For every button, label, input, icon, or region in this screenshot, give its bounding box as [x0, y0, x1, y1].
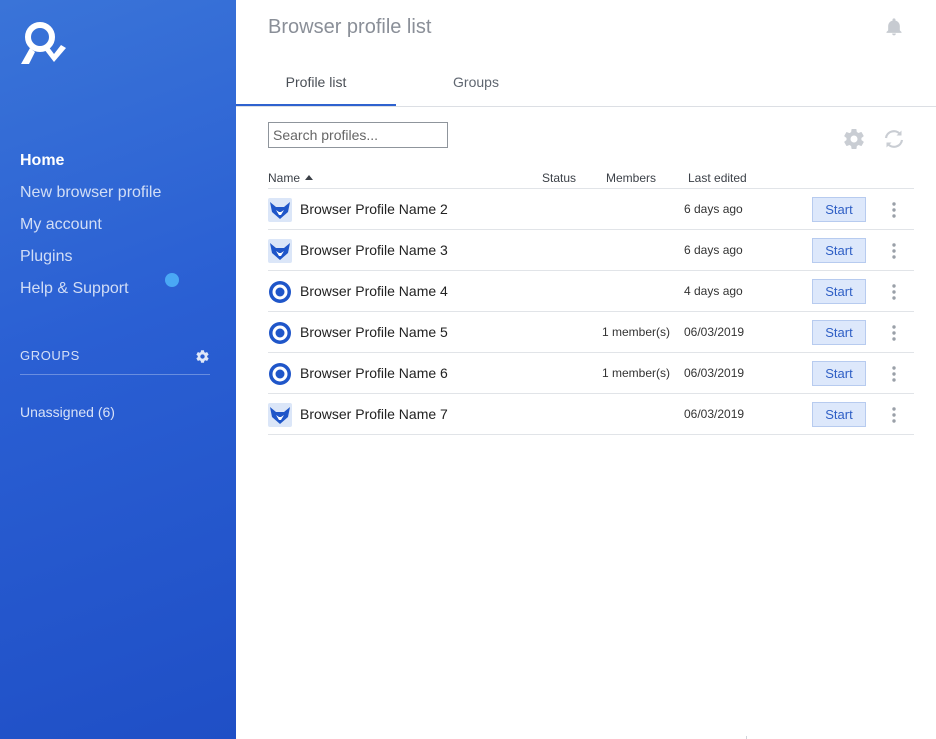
- notifications-bell-icon[interactable]: [884, 16, 904, 38]
- profile-name[interactable]: Browser Profile Name 6: [300, 365, 448, 381]
- sidebar-item-help-support[interactable]: Help & Support: [20, 278, 161, 310]
- search-input[interactable]: [268, 122, 448, 148]
- table-row[interactable]: Browser Profile Name 3 6 days ago Start: [268, 230, 914, 271]
- profile-name[interactable]: Browser Profile Name 4: [300, 283, 448, 299]
- profile-name[interactable]: Browser Profile Name 7: [300, 406, 448, 422]
- groups-title: GROUPS: [20, 348, 80, 363]
- ring-icon: [269, 322, 291, 344]
- table-row[interactable]: Browser Profile Name 4 4 days ago Start: [268, 271, 914, 312]
- profile-last-edited: 06/03/2019: [684, 407, 745, 421]
- table-row[interactable]: Browser Profile Name 6 1 member(s) 06/03…: [268, 353, 914, 394]
- sort-ascending-icon: [305, 175, 314, 180]
- fox-icon: [268, 198, 292, 222]
- more-options-icon[interactable]: [888, 324, 900, 342]
- more-options-icon[interactable]: [888, 406, 900, 424]
- start-button[interactable]: Start: [812, 279, 866, 304]
- table-row[interactable]: Browser Profile Name 2 6 days ago Start: [268, 189, 914, 230]
- sidebar: Home New browser profile My account Plug…: [0, 0, 236, 739]
- profile-last-edited: 6 days ago: [684, 243, 743, 257]
- sidebar-item-my-account[interactable]: My account: [20, 214, 161, 246]
- settings-gear-icon[interactable]: [842, 127, 866, 151]
- more-options-icon[interactable]: [888, 283, 900, 301]
- groups-header: GROUPS: [20, 346, 210, 375]
- ring-icon: [269, 363, 291, 385]
- more-options-icon[interactable]: [888, 242, 900, 260]
- group-unassigned[interactable]: Unassigned (6): [20, 404, 115, 420]
- more-options-icon[interactable]: [888, 365, 900, 383]
- groups-settings-icon[interactable]: [195, 349, 210, 364]
- table-row[interactable]: Browser Profile Name 5 1 member(s) 06/03…: [268, 312, 914, 353]
- refresh-icon[interactable]: [882, 127, 906, 151]
- sidebar-item-new-browser-profile[interactable]: New browser profile: [20, 182, 161, 214]
- start-button[interactable]: Start: [812, 320, 866, 345]
- start-button[interactable]: Start: [812, 361, 866, 386]
- profile-last-edited: 06/03/2019: [684, 366, 745, 380]
- fox-icon: [268, 239, 292, 263]
- tab-bar: Profile list Groups: [236, 62, 936, 107]
- start-button[interactable]: Start: [812, 402, 866, 427]
- column-header-name[interactable]: Name: [268, 171, 314, 185]
- column-header-members[interactable]: Members: [606, 171, 656, 185]
- profile-members: 1 member(s): [602, 325, 671, 339]
- profile-name[interactable]: Browser Profile Name 3: [300, 242, 448, 258]
- profile-last-edited: 6 days ago: [684, 202, 743, 216]
- start-button[interactable]: Start: [812, 197, 866, 222]
- profile-name[interactable]: Browser Profile Name 5: [300, 324, 448, 340]
- profile-name[interactable]: Browser Profile Name 2: [300, 201, 448, 217]
- page-title: Browser profile list: [268, 16, 432, 38]
- column-header-status[interactable]: Status: [542, 171, 576, 185]
- sidebar-item-home[interactable]: Home: [20, 150, 161, 182]
- cursor-indicator: [165, 273, 179, 287]
- column-header-last-edited[interactable]: Last edited: [688, 171, 747, 185]
- fox-icon: [268, 403, 292, 427]
- profile-last-edited: 4 days ago: [684, 284, 743, 298]
- main-content: Browser profile list Profile list Groups…: [236, 0, 936, 739]
- tab-profile-list[interactable]: Profile list: [236, 62, 396, 106]
- sidebar-item-plugins[interactable]: Plugins: [20, 246, 161, 278]
- start-button[interactable]: Start: [812, 238, 866, 263]
- table-header: Name Status Members Last edited: [268, 166, 914, 189]
- profile-members: 1 member(s): [602, 366, 671, 380]
- table-row[interactable]: Browser Profile Name 7 06/03/2019 Start: [268, 394, 914, 435]
- column-name-label: Name: [268, 171, 301, 185]
- profile-table: Browser Profile Name 2 6 days ago Start …: [268, 189, 914, 435]
- sidebar-nav: Home New browser profile My account Plug…: [20, 150, 161, 310]
- tab-groups[interactable]: Groups: [396, 62, 556, 106]
- app-logo[interactable]: [18, 18, 70, 68]
- profile-last-edited: 06/03/2019: [684, 325, 745, 339]
- more-options-icon[interactable]: [888, 201, 900, 219]
- ring-icon: [269, 281, 291, 303]
